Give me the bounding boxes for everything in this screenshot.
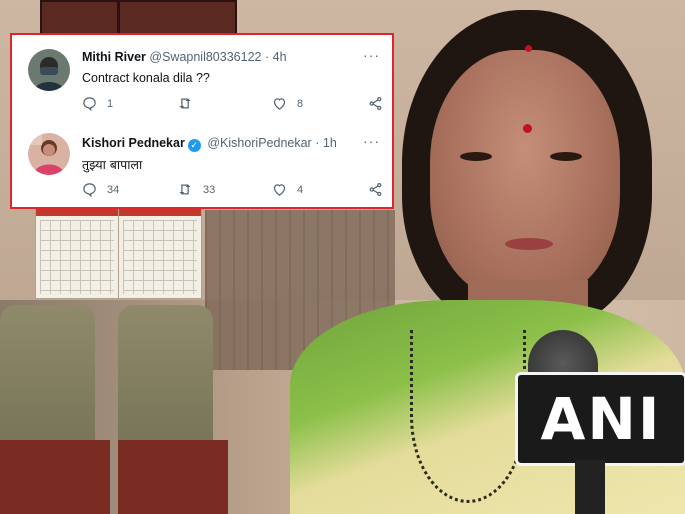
- microphone-flag: ANI: [515, 372, 685, 466]
- tweet[interactable]: Kishori Pednekar ✓ @KishoriPednekar · 1h …: [12, 123, 392, 209]
- desk: [0, 440, 110, 514]
- user-handle[interactable]: @Swapnil80336122: [149, 50, 261, 64]
- verified-badge-icon: ✓: [187, 139, 201, 152]
- retweet-icon: [179, 184, 191, 195]
- reply-count: 34: [107, 183, 120, 196]
- reply-icon: [83, 183, 96, 197]
- more-options-icon[interactable]: ···: [363, 133, 380, 149]
- avatar[interactable]: [28, 133, 70, 175]
- retweet-action[interactable]: 33: [177, 182, 215, 197]
- bindi: [523, 124, 532, 133]
- tweet-header: Mithi River @Swapnil80336122 · 4h: [82, 50, 287, 64]
- display-name[interactable]: Kishori Pednekar: [82, 136, 185, 150]
- avatar[interactable]: [28, 49, 70, 91]
- tweet-header: Kishori Pednekar ✓ @KishoriPednekar · 1h: [82, 136, 337, 152]
- wall-calendar: [118, 205, 202, 299]
- user-handle[interactable]: @KishoriPednekar: [207, 136, 311, 150]
- desk: [118, 440, 228, 514]
- tweet-text: Contract konala dila ??: [82, 71, 210, 85]
- separator-dot: ·: [315, 136, 320, 150]
- share-action[interactable]: [368, 96, 383, 111]
- heart-icon: [273, 184, 286, 196]
- like-count: 8: [297, 97, 304, 110]
- eye: [550, 152, 582, 161]
- reply-count: 1: [107, 97, 114, 110]
- share-action[interactable]: [368, 182, 383, 197]
- like-count: 4: [297, 183, 304, 196]
- retweet-count: 33: [203, 183, 216, 196]
- separator-dot: ·: [264, 50, 270, 64]
- tweet-time[interactable]: 1h: [323, 136, 337, 150]
- mangalsutra-necklace: [410, 330, 526, 503]
- bindi: [525, 45, 532, 52]
- share-icon: [369, 182, 382, 197]
- lips: [505, 238, 553, 250]
- like-action[interactable]: 8: [272, 96, 303, 111]
- retweet-icon: [179, 98, 191, 109]
- person-face: [430, 50, 620, 300]
- like-action[interactable]: 4: [272, 182, 303, 197]
- tweet-time[interactable]: 4h: [273, 50, 287, 64]
- share-icon: [369, 96, 382, 111]
- tweet[interactable]: Mithi River @Swapnil80336122 · 4h ··· Co…: [12, 35, 392, 123]
- reply-icon: [83, 97, 96, 111]
- display-name[interactable]: Mithi River: [82, 50, 146, 64]
- heart-icon: [273, 98, 286, 110]
- wall-calendar: [35, 205, 119, 299]
- ani-logo-text: ANI: [540, 385, 662, 453]
- microphone-handle: [575, 460, 605, 514]
- reply-action[interactable]: 34: [82, 182, 119, 197]
- more-options-icon[interactable]: ···: [363, 47, 380, 63]
- reply-action[interactable]: 1: [82, 96, 113, 111]
- eye: [460, 152, 492, 161]
- tweet-screenshot-card: Mithi River @Swapnil80336122 · 4h ··· Co…: [10, 33, 394, 209]
- tweet-text: तुझ्या बापाला: [82, 157, 143, 172]
- retweet-action[interactable]: [177, 96, 203, 111]
